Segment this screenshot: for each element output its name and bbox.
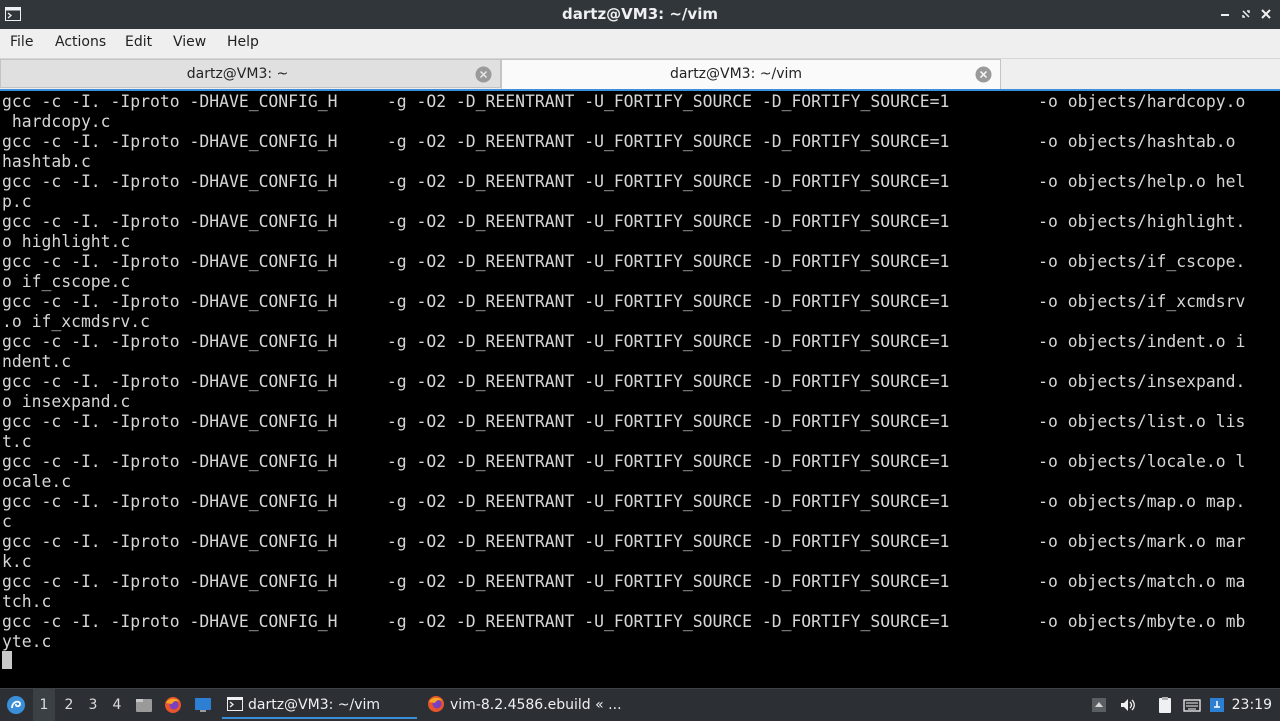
terminal-line: gcc -c -I. -Iproto -DHAVE_CONFIG_H -g -O… xyxy=(2,452,1246,471)
terminal-line: o highlight.c xyxy=(2,232,131,251)
menu-bar: File Actions Edit View Help xyxy=(0,29,1280,59)
close-tab-icon[interactable] xyxy=(475,66,492,83)
terminal-line: gcc -c -I. -Iproto -DHAVE_CONFIG_H -g -O… xyxy=(2,492,1246,511)
terminal-line: yte.c xyxy=(2,632,52,651)
desktop-icon[interactable] xyxy=(194,696,212,714)
terminal-line: p.c xyxy=(2,192,32,211)
tray-expand-icon[interactable] xyxy=(1090,696,1108,714)
tab-vim[interactable]: dartz@VM3: ~/vim xyxy=(501,59,1001,89)
terminal-scrollbar[interactable] xyxy=(1272,91,1280,688)
window-title: dartz@VM3: ~/vim xyxy=(562,5,718,23)
firefox-icon xyxy=(428,696,444,712)
menu-file[interactable]: File xyxy=(10,29,33,56)
terminal-line: ocale.c xyxy=(2,472,72,491)
terminal-line: gcc -c -I. -Iproto -DHAVE_CONFIG_H -g -O… xyxy=(2,212,1246,231)
keyboard-icon[interactable] xyxy=(1183,696,1201,714)
terminal-line: gcc -c -I. -Iproto -DHAVE_CONFIG_H -g -O… xyxy=(2,292,1246,311)
terminal-line: gcc -c -I. -Iproto -DHAVE_CONFIG_H -g -O… xyxy=(2,532,1246,551)
workspace-4[interactable]: 4 xyxy=(106,689,128,721)
tab-home[interactable]: dartz@VM3: ~ xyxy=(0,59,501,88)
maximize-icon[interactable] xyxy=(1239,7,1253,21)
terminal-line: k.c xyxy=(2,552,32,571)
firefox-icon[interactable] xyxy=(164,696,182,714)
terminal-line: gcc -c -I. -Iproto -DHAVE_CONFIG_H -g -O… xyxy=(2,572,1246,591)
task-label: dartz@VM3: ~/vim xyxy=(248,697,381,713)
workspace-2[interactable]: 2 xyxy=(58,689,80,721)
terminal-cursor xyxy=(2,651,12,669)
workspace-3[interactable]: 3 xyxy=(82,689,104,721)
taskbar-clock[interactable]: 23:19 xyxy=(1232,689,1272,721)
terminal-line: gcc -c -I. -Iproto -DHAVE_CONFIG_H -g -O… xyxy=(2,412,1246,431)
terminal-icon xyxy=(227,697,243,711)
terminal-line: gcc -c -I. -Iproto -DHAVE_CONFIG_H -g -O… xyxy=(2,172,1246,191)
task-label: vim-8.2.4586.ebuild « ... xyxy=(450,697,622,713)
workspace-1[interactable]: 1 xyxy=(33,689,55,721)
terminal-line: hashtab.c xyxy=(2,152,91,171)
terminal-line: gcc -c -I. -Iproto -DHAVE_CONFIG_H -g -O… xyxy=(2,612,1246,631)
menu-edit[interactable]: Edit xyxy=(125,29,152,56)
terminal-line: t.c xyxy=(2,432,32,451)
tab-bar: dartz@VM3: ~ dartz@VM3: ~/vim xyxy=(0,59,1280,89)
volume-icon[interactable] xyxy=(1119,696,1137,714)
close-window-icon[interactable] xyxy=(1259,7,1273,21)
terminal-line: gcc -c -I. -Iproto -DHAVE_CONFIG_H -g -O… xyxy=(2,252,1246,271)
file-manager-icon[interactable] xyxy=(135,696,153,714)
terminal-line: hardcopy.c xyxy=(2,112,111,131)
tab-label: dartz@VM3: ~ xyxy=(186,66,289,82)
terminal-line: gcc -c -I. -Iproto -DHAVE_CONFIG_H -g -O… xyxy=(2,372,1246,391)
close-tab-icon[interactable] xyxy=(975,66,992,83)
task-terminal[interactable]: dartz@VM3: ~/vim xyxy=(222,691,417,719)
tab-label: dartz@VM3: ~/vim xyxy=(669,66,803,82)
terminal-line: c xyxy=(2,512,12,531)
terminal-line: gcc -c -I. -Iproto -DHAVE_CONFIG_H -g -O… xyxy=(2,92,1246,111)
menu-actions[interactable]: Actions xyxy=(55,29,106,56)
start-menu-icon[interactable] xyxy=(6,695,26,715)
network-icon[interactable] xyxy=(1208,696,1226,714)
terminal-line: gcc -c -I. -Iproto -DHAVE_CONFIG_H -g -O… xyxy=(2,132,1236,151)
terminal-line: o insexpand.c xyxy=(2,392,131,411)
terminal-line: ndent.c xyxy=(2,352,72,371)
clipboard-icon[interactable] xyxy=(1156,696,1174,714)
task-firefox[interactable]: vim-8.2.4586.ebuild « ... xyxy=(424,691,624,719)
menu-view[interactable]: View xyxy=(173,29,206,56)
terminal-line: o if_cscope.c xyxy=(2,272,131,291)
terminal-line: gcc -c -I. -Iproto -DHAVE_CONFIG_H -g -O… xyxy=(2,332,1246,351)
window-titlebar[interactable]: dartz@VM3: ~/vim xyxy=(0,0,1280,29)
taskbar: 1 2 3 4 dartz@VM3: ~/vim vim-8.2.4586.eb… xyxy=(0,688,1280,721)
minimize-icon[interactable] xyxy=(1218,7,1232,21)
menu-help[interactable]: Help xyxy=(227,29,259,56)
terminal-line: tch.c xyxy=(2,592,52,611)
terminal-output[interactable]: gcc -c -I. -Iproto -DHAVE_CONFIG_H -g -O… xyxy=(0,89,1280,688)
terminal-line: .o if_xcmdsrv.c xyxy=(2,312,151,331)
